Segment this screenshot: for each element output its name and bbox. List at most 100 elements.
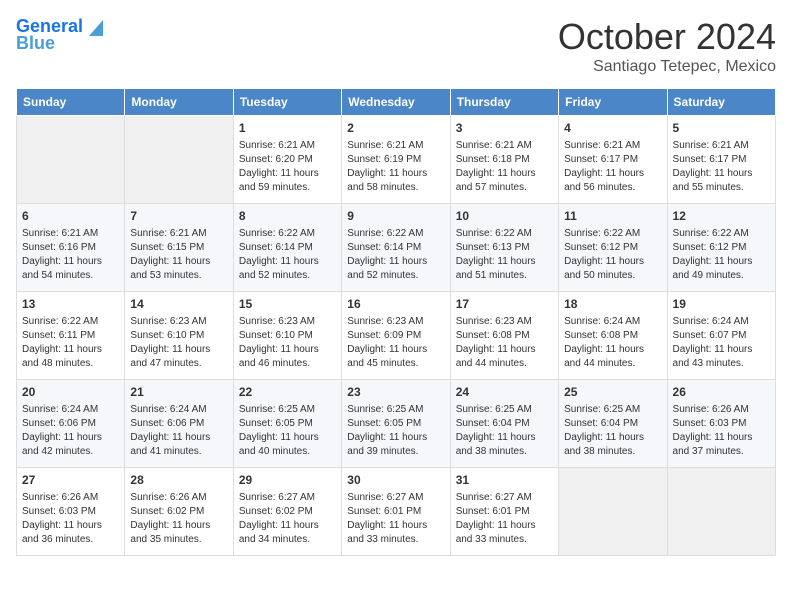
calendar-table: SundayMondayTuesdayWednesdayThursdayFrid… — [16, 88, 776, 556]
day-info: Sunrise: 6:21 AM Sunset: 6:19 PM Dayligh… — [347, 139, 444, 195]
calendar-cell: 1Sunrise: 6:21 AM Sunset: 6:20 PM Daylig… — [233, 116, 341, 204]
day-number: 11 — [564, 208, 661, 225]
calendar-cell: 8 Sunrise: 6:22 AM Sunset: 6:14 PM Daylig… — [233, 204, 341, 292]
day-info: Sunrise: 6:27 AM Sunset: 6:01 PM Dayligh… — [456, 491, 553, 547]
day-number: 23 — [347, 384, 444, 401]
day-number: 9 — [347, 208, 444, 225]
calendar-cell: 22 Sunrise: 6:25 AM Sunset: 6:05 PM Dayli… — [233, 380, 341, 468]
month-title: October 2024 — [558, 16, 776, 58]
day-number: 13 — [22, 296, 119, 313]
calendar-week-row: 27 Sunrise: 6:26 AM Sunset: 6:03 PM Dayli… — [17, 468, 776, 556]
day-info: Sunrise: 6:22 AM Sunset: 6:14 PM Dayligh… — [347, 227, 444, 283]
day-info: Sunrise: 6:25 AM Sunset: 6:05 PM Dayligh… — [347, 403, 444, 459]
calendar-cell: 6 Sunrise: 6:21 AM Sunset: 6:16 PM Daylig… — [17, 204, 125, 292]
day-info: Sunrise: 6:22 AM Sunset: 6:11 PM Dayligh… — [22, 315, 119, 371]
day-info: Sunrise: 6:22 AM Sunset: 6:13 PM Dayligh… — [456, 227, 553, 283]
day-info: Sunrise: 6:21 AM Sunset: 6:15 PM Dayligh… — [130, 227, 227, 283]
day-number: 10 — [456, 208, 553, 225]
calendar-cell: 29 Sunrise: 6:27 AM Sunset: 6:02 PM Dayli… — [233, 468, 341, 556]
logo: General Blue — [16, 16, 107, 54]
day-number: 8 — [239, 208, 336, 225]
calendar-cell: 26Sunrise: 6:26 AM Sunset: 6:03 PM Dayli… — [667, 380, 775, 468]
day-number: 31 — [456, 472, 553, 489]
weekday-header-wednesday: Wednesday — [342, 89, 450, 116]
weekday-header-saturday: Saturday — [667, 89, 775, 116]
day-number: 29 — [239, 472, 336, 489]
calendar-cell: 20 Sunrise: 6:24 AM Sunset: 6:06 PM Dayli… — [17, 380, 125, 468]
calendar-cell: 11Sunrise: 6:22 AM Sunset: 6:12 PM Dayli… — [559, 204, 667, 292]
day-number: 3 — [456, 120, 553, 137]
calendar-cell: 12 Sunrise: 6:22 AM Sunset: 6:12 PM Dayli… — [667, 204, 775, 292]
calendar-cell — [559, 468, 667, 556]
day-info: Sunrise: 6:26 AM Sunset: 6:03 PM Dayligh… — [22, 491, 119, 547]
day-info: Sunrise: 6:22 AM Sunset: 6:12 PM Dayligh… — [673, 227, 770, 283]
day-info: Sunrise: 6:23 AM Sunset: 6:09 PM Dayligh… — [347, 315, 444, 371]
calendar-cell: 5 Sunrise: 6:21 AM Sunset: 6:17 PM Daylig… — [667, 116, 775, 204]
weekday-header-friday: Friday — [559, 89, 667, 116]
day-info: Sunrise: 6:23 AM Sunset: 6:08 PM Dayligh… — [456, 315, 553, 371]
day-info: Sunrise: 6:23 AM Sunset: 6:10 PM Dayligh… — [239, 315, 336, 371]
weekday-header-thursday: Thursday — [450, 89, 558, 116]
day-number: 14 — [130, 296, 227, 313]
day-info: Sunrise: 6:24 AM Sunset: 6:08 PM Dayligh… — [564, 315, 661, 371]
calendar-cell: 25 Sunrise: 6:25 AM Sunset: 6:04 PM Dayli… — [559, 380, 667, 468]
weekday-header-row: SundayMondayTuesdayWednesdayThursdayFrid… — [17, 89, 776, 116]
day-number: 16 — [347, 296, 444, 313]
title-area: October 2024 Santiago Tetepec, Mexico — [558, 16, 776, 76]
day-number: 12 — [673, 208, 770, 225]
weekday-header-sunday: Sunday — [17, 89, 125, 116]
calendar-cell: 2 Sunrise: 6:21 AM Sunset: 6:19 PM Daylig… — [342, 116, 450, 204]
day-info: Sunrise: 6:25 AM Sunset: 6:05 PM Dayligh… — [239, 403, 336, 459]
weekday-header-tuesday: Tuesday — [233, 89, 341, 116]
calendar-cell: 27 Sunrise: 6:26 AM Sunset: 6:03 PM Dayli… — [17, 468, 125, 556]
day-info: Sunrise: 6:25 AM Sunset: 6:04 PM Dayligh… — [564, 403, 661, 459]
day-number: 27 — [22, 472, 119, 489]
day-number: 24 — [456, 384, 553, 401]
day-number: 6 — [22, 208, 119, 225]
calendar-week-row: 13 Sunrise: 6:22 AM Sunset: 6:11 PM Dayli… — [17, 292, 776, 380]
calendar-cell: 30Sunrise: 6:27 AM Sunset: 6:01 PM Dayli… — [342, 468, 450, 556]
calendar-week-row: 20 Sunrise: 6:24 AM Sunset: 6:06 PM Dayli… — [17, 380, 776, 468]
logo-text-blue: Blue — [16, 34, 55, 54]
calendar-cell — [125, 116, 233, 204]
calendar-cell: 19Sunrise: 6:24 AM Sunset: 6:07 PM Dayli… — [667, 292, 775, 380]
day-info: Sunrise: 6:25 AM Sunset: 6:04 PM Dayligh… — [456, 403, 553, 459]
day-info: Sunrise: 6:21 AM Sunset: 6:18 PM Dayligh… — [456, 139, 553, 195]
day-number: 2 — [347, 120, 444, 137]
calendar-cell: 23 Sunrise: 6:25 AM Sunset: 6:05 PM Dayli… — [342, 380, 450, 468]
calendar-cell: 31 Sunrise: 6:27 AM Sunset: 6:01 PM Dayli… — [450, 468, 558, 556]
day-number: 18 — [564, 296, 661, 313]
day-number: 7 — [130, 208, 227, 225]
day-number: 4 — [564, 120, 661, 137]
calendar-cell: 4 Sunrise: 6:21 AM Sunset: 6:17 PM Daylig… — [559, 116, 667, 204]
day-info: Sunrise: 6:21 AM Sunset: 6:16 PM Dayligh… — [22, 227, 119, 283]
weekday-header-monday: Monday — [125, 89, 233, 116]
day-info: Sunrise: 6:24 AM Sunset: 6:06 PM Dayligh… — [22, 403, 119, 459]
day-number: 20 — [22, 384, 119, 401]
day-number: 5 — [673, 120, 770, 137]
day-info: Sunrise: 6:24 AM Sunset: 6:06 PM Dayligh… — [130, 403, 227, 459]
day-number: 22 — [239, 384, 336, 401]
day-info: Sunrise: 6:23 AM Sunset: 6:10 PM Dayligh… — [130, 315, 227, 371]
calendar-cell: 24 Sunrise: 6:25 AM Sunset: 6:04 PM Dayli… — [450, 380, 558, 468]
day-number: 21 — [130, 384, 227, 401]
day-number: 30 — [347, 472, 444, 489]
calendar-cell: 15 Sunrise: 6:23 AM Sunset: 6:10 PM Dayli… — [233, 292, 341, 380]
calendar-cell: 28 Sunrise: 6:26 AM Sunset: 6:02 PM Dayli… — [125, 468, 233, 556]
day-number: 15 — [239, 296, 336, 313]
day-info: Sunrise: 6:26 AM Sunset: 6:03 PM Dayligh… — [673, 403, 770, 459]
day-info: Sunrise: 6:22 AM Sunset: 6:14 PM Dayligh… — [239, 227, 336, 283]
calendar-cell — [17, 116, 125, 204]
day-info: Sunrise: 6:21 AM Sunset: 6:17 PM Dayligh… — [564, 139, 661, 195]
calendar-cell: 14 Sunrise: 6:23 AM Sunset: 6:10 PM Dayli… — [125, 292, 233, 380]
calendar-cell: 3 Sunrise: 6:21 AM Sunset: 6:18 PM Daylig… — [450, 116, 558, 204]
day-number: 17 — [456, 296, 553, 313]
day-number: 28 — [130, 472, 227, 489]
calendar-cell: 18 Sunrise: 6:24 AM Sunset: 6:08 PM Dayli… — [559, 292, 667, 380]
day-info: Sunrise: 6:26 AM Sunset: 6:02 PM Dayligh… — [130, 491, 227, 547]
header: General Blue October 2024 Santiago Tetep… — [16, 16, 776, 76]
day-info: Sunrise: 6:27 AM Sunset: 6:02 PM Dayligh… — [239, 491, 336, 547]
day-number: 25 — [564, 384, 661, 401]
day-info: Sunrise: 6:21 AM Sunset: 6:17 PM Dayligh… — [673, 139, 770, 195]
calendar-cell: 16 Sunrise: 6:23 AM Sunset: 6:09 PM Dayli… — [342, 292, 450, 380]
